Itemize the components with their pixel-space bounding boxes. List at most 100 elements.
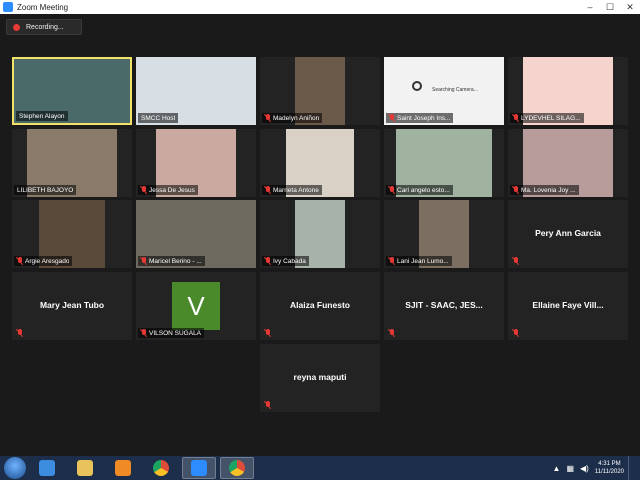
participant-tile[interactable]: Pery Ann Garcia xyxy=(508,200,628,268)
participant-tile[interactable]: reyna maputi xyxy=(260,344,380,412)
show-desktop-button[interactable] xyxy=(628,456,634,480)
participant-tile[interactable]: Argie Aresgado xyxy=(12,200,132,268)
participant-name: Carl angelo esto... xyxy=(397,186,450,194)
participant-name: Ivy Cabada xyxy=(273,257,306,265)
muted-mic-icon xyxy=(513,186,519,194)
participant-nameplate: Marrieta Antone xyxy=(262,185,322,195)
participant-nameplate xyxy=(386,328,400,338)
participant-tile[interactable]: Maricel Berino - ... xyxy=(136,200,256,268)
clock[interactable]: 4:31 PM 11/11/2020 xyxy=(595,460,624,476)
participant-tile[interactable]: Carl angelo esto... xyxy=(384,129,504,197)
participant-nameplate: Ma. Lovenia Joy ... xyxy=(510,185,579,195)
participant-tile[interactable]: Ma. Lovenia Joy ... xyxy=(508,129,628,197)
taskbar-app-button[interactable] xyxy=(144,457,178,479)
maximize-button[interactable]: ☐ xyxy=(600,0,620,14)
internet-explorer-icon xyxy=(39,460,55,476)
muted-mic-icon xyxy=(265,257,271,265)
muted-mic-icon xyxy=(141,186,147,194)
clock-time: 4:31 PM xyxy=(598,461,621,467)
participant-display-name: reyna maputi xyxy=(293,372,347,382)
participant-nameplate: Maricel Berino - ... xyxy=(138,256,205,266)
network-icon[interactable]: ▦ xyxy=(566,464,574,473)
participant-name: Saint Joseph Ins... xyxy=(397,114,451,122)
participant-tile[interactable]: Mary Jean Tubo xyxy=(12,272,132,340)
participant-name: Jessa De Jesus xyxy=(149,186,195,194)
chrome-icon xyxy=(153,460,169,476)
participant-tile[interactable]: Ellaine Faye Vill... xyxy=(508,272,628,340)
taskbar: ▲ ▦ ◀) 4:31 PM 11/11/2020 xyxy=(0,456,640,480)
avatar: V xyxy=(172,282,220,330)
muted-mic-icon xyxy=(141,257,147,265)
participant-nameplate: Saint Joseph Ins... xyxy=(386,113,454,123)
participant-tile[interactable]: Lani Jean Lumo... xyxy=(384,200,504,268)
participant-tile[interactable]: LILIBETH BAJOYO xyxy=(12,129,132,197)
media-player-icon xyxy=(115,460,131,476)
participant-tile[interactable]: Searching Camera... Saint Joseph Ins... xyxy=(384,57,504,125)
muted-mic-icon xyxy=(265,114,271,122)
participant-name: VILSON SUGALA xyxy=(149,329,202,337)
participant-tile[interactable]: Stephen Alayon xyxy=(12,57,132,125)
recording-dot-icon xyxy=(13,23,20,31)
muted-mic-icon xyxy=(17,329,23,337)
system-tray: ▲ ▦ ◀) 4:31 PM 11/11/2020 xyxy=(553,456,634,480)
close-button[interactable]: ✕ xyxy=(620,0,640,14)
zoom-icon xyxy=(191,460,207,476)
participant-name: Stephen Alayon xyxy=(19,112,65,120)
taskbar-app-button[interactable] xyxy=(68,457,102,479)
minimize-button[interactable]: – xyxy=(580,0,600,14)
muted-mic-icon xyxy=(141,329,147,337)
volume-icon[interactable]: ◀) xyxy=(580,464,589,473)
participant-tile[interactable]: Alaiza Funesto xyxy=(260,272,380,340)
participant-tile[interactable]: Jessa De Jesus xyxy=(136,129,256,197)
participant-nameplate: Lani Jean Lumo... xyxy=(386,256,452,266)
participant-nameplate: Jessa De Jesus xyxy=(138,185,198,195)
participant-nameplate: Carl angelo esto... xyxy=(386,185,453,195)
participant-display-name: Mary Jean Tubo xyxy=(39,300,105,310)
participant-nameplate xyxy=(14,328,28,338)
show-hidden-icons-icon[interactable]: ▲ xyxy=(553,464,561,473)
taskbar-app-button[interactable] xyxy=(220,457,254,479)
recording-label: Recording... xyxy=(26,23,64,31)
participant-nameplate: Stephen Alayon xyxy=(16,111,68,121)
taskbar-app-button[interactable] xyxy=(30,457,64,479)
magnifier-icon xyxy=(412,81,422,91)
recording-indicator[interactable]: Recording... xyxy=(6,19,82,35)
taskbar-app-button[interactable] xyxy=(182,457,216,479)
chrome-icon xyxy=(229,460,245,476)
participant-nameplate xyxy=(510,328,524,338)
participant-nameplate: VILSON SUGALA xyxy=(138,328,205,338)
participant-tile[interactable]: Ivy Cabada xyxy=(260,200,380,268)
participant-display-name: Alaiza Funesto xyxy=(290,300,350,310)
participant-tile[interactable]: SJIT - SAAC, JES... xyxy=(384,272,504,340)
camera-status-text: Searching Camera... xyxy=(432,87,478,93)
participant-tile[interactable]: Madelyn Aniñon xyxy=(260,57,380,125)
participant-tile[interactable]: Marrieta Antone xyxy=(260,129,380,197)
start-button[interactable] xyxy=(4,457,26,479)
muted-mic-icon xyxy=(265,329,271,337)
muted-mic-icon xyxy=(513,329,519,337)
title-bar: Zoom Meeting – ☐ ✕ xyxy=(0,0,640,14)
participant-nameplate: Ivy Cabada xyxy=(262,256,309,266)
muted-mic-icon xyxy=(265,186,271,194)
participant-tile[interactable]: SMCC Host xyxy=(136,57,256,125)
participant-nameplate: LILIBETH BAJOYO xyxy=(14,185,77,195)
participant-name: Argie Aresgado xyxy=(25,257,70,265)
muted-mic-icon xyxy=(389,114,395,122)
taskbar-app-button[interactable] xyxy=(106,457,140,479)
participant-name: Ma. Lovenia Joy ... xyxy=(521,186,576,194)
participant-nameplate: Madelyn Aniñon xyxy=(262,113,323,123)
participant-nameplate: Argie Aresgado xyxy=(14,256,73,266)
participant-name: SMCC Host xyxy=(141,114,176,122)
participant-nameplate: SMCC Host xyxy=(138,113,179,123)
muted-mic-icon xyxy=(389,186,395,194)
participant-name: Marrieta Antone xyxy=(273,186,319,194)
participant-tile[interactable]: LYDEVHEL SILAG... xyxy=(508,57,628,125)
muted-mic-icon xyxy=(265,401,271,409)
muted-mic-icon xyxy=(17,257,23,265)
participant-tile[interactable]: V VILSON SUGALA xyxy=(136,272,256,340)
muted-mic-icon xyxy=(513,114,519,122)
participant-nameplate: LYDEVHEL SILAG... xyxy=(510,113,584,123)
participant-display-name: Pery Ann Garcia xyxy=(535,228,601,238)
muted-mic-icon xyxy=(513,257,519,265)
participant-name: LILIBETH BAJOYO xyxy=(17,186,74,194)
